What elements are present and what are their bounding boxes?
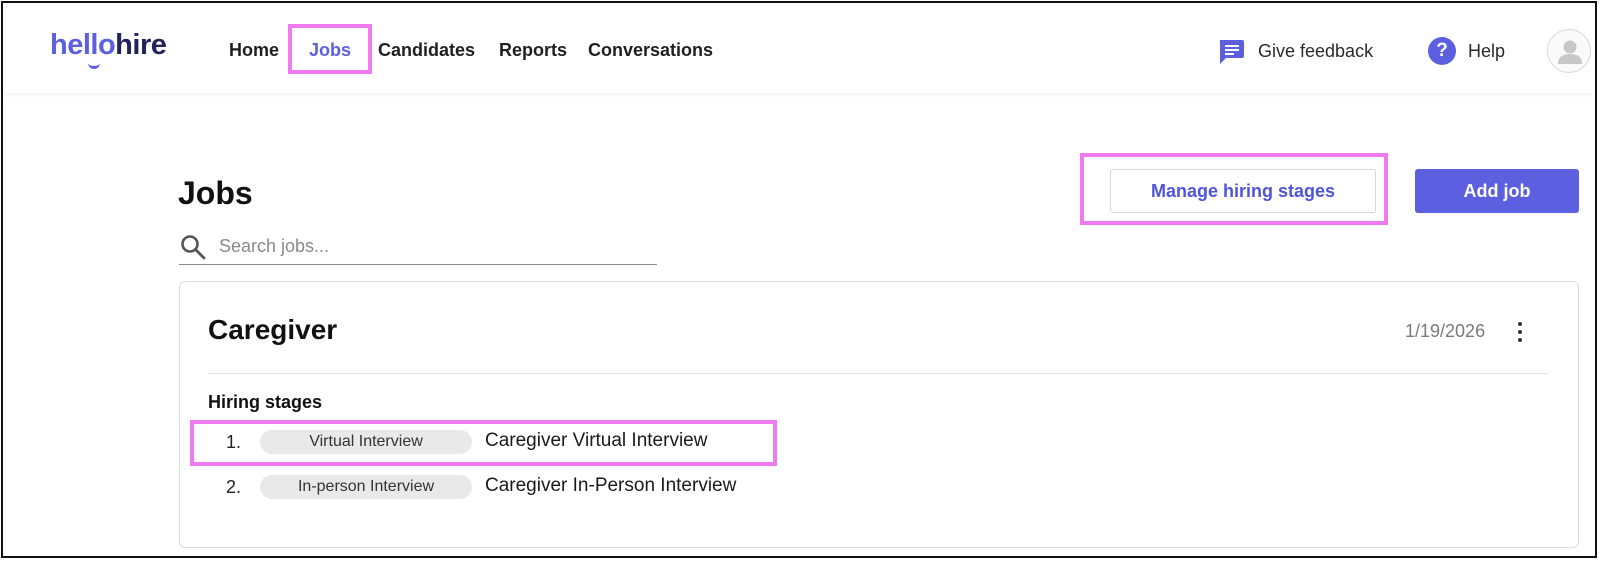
chat-bubble-icon <box>1216 36 1246 66</box>
nav-candidates[interactable]: Candidates <box>378 38 475 62</box>
search-input[interactable] <box>219 231 639 261</box>
app-window: hellohire Home Jobs Candidates Reports C… <box>1 1 1597 558</box>
add-job-button[interactable]: Add job <box>1415 169 1579 213</box>
card-divider <box>208 373 1548 374</box>
nav-jobs[interactable]: Jobs <box>309 38 351 62</box>
hiring-stages-heading: Hiring stages <box>208 392 323 412</box>
give-feedback-button[interactable]: Give feedback <box>1216 36 1373 66</box>
user-avatar-icon <box>1558 40 1582 64</box>
kebab-menu-icon[interactable] <box>1510 318 1530 344</box>
nav-reports[interactable]: Reports <box>499 38 567 62</box>
manage-hiring-stages-button[interactable]: Manage hiring stages <box>1110 169 1376 213</box>
job-date: 1/19/2026 <box>1405 321 1486 341</box>
stage-number: 2. <box>226 477 242 497</box>
help-label: Help <box>1468 40 1506 61</box>
nav-conversations[interactable]: Conversations <box>588 38 713 62</box>
nav-home[interactable]: Home <box>229 38 279 62</box>
stage-type-badge: In-person Interview <box>260 475 472 499</box>
logo-hello: hello <box>50 29 116 61</box>
help-circle-icon: ? <box>1428 37 1456 65</box>
stage-row: 1. Virtual Interview Caregiver Virtual I… <box>180 428 880 456</box>
logo-hire: hire <box>115 29 167 61</box>
search-icon <box>179 233 207 261</box>
help-button[interactable]: ? Help <box>1428 36 1505 66</box>
job-title[interactable]: Caregiver <box>208 312 337 348</box>
job-card[interactable]: Caregiver 1/19/2026 Hiring stages 1. Vir… <box>179 281 1579 548</box>
logo-smile-mark <box>88 60 100 69</box>
search-bar <box>179 231 657 265</box>
stage-name: Caregiver Virtual Interview <box>485 430 708 451</box>
user-avatar[interactable] <box>1547 29 1591 73</box>
stage-row: 2. In-person Interview Caregiver In-Pers… <box>180 473 880 501</box>
stage-name: Caregiver In-Person Interview <box>485 475 737 496</box>
top-header: hellohire Home Jobs Candidates Reports C… <box>3 3 1595 93</box>
stage-number: 1. <box>226 432 242 452</box>
stage-type-badge: Virtual Interview <box>260 430 472 454</box>
hellohire-logo[interactable]: hellohire <box>50 27 167 69</box>
give-feedback-label: Give feedback <box>1258 40 1374 61</box>
page-title: Jobs <box>178 175 253 211</box>
